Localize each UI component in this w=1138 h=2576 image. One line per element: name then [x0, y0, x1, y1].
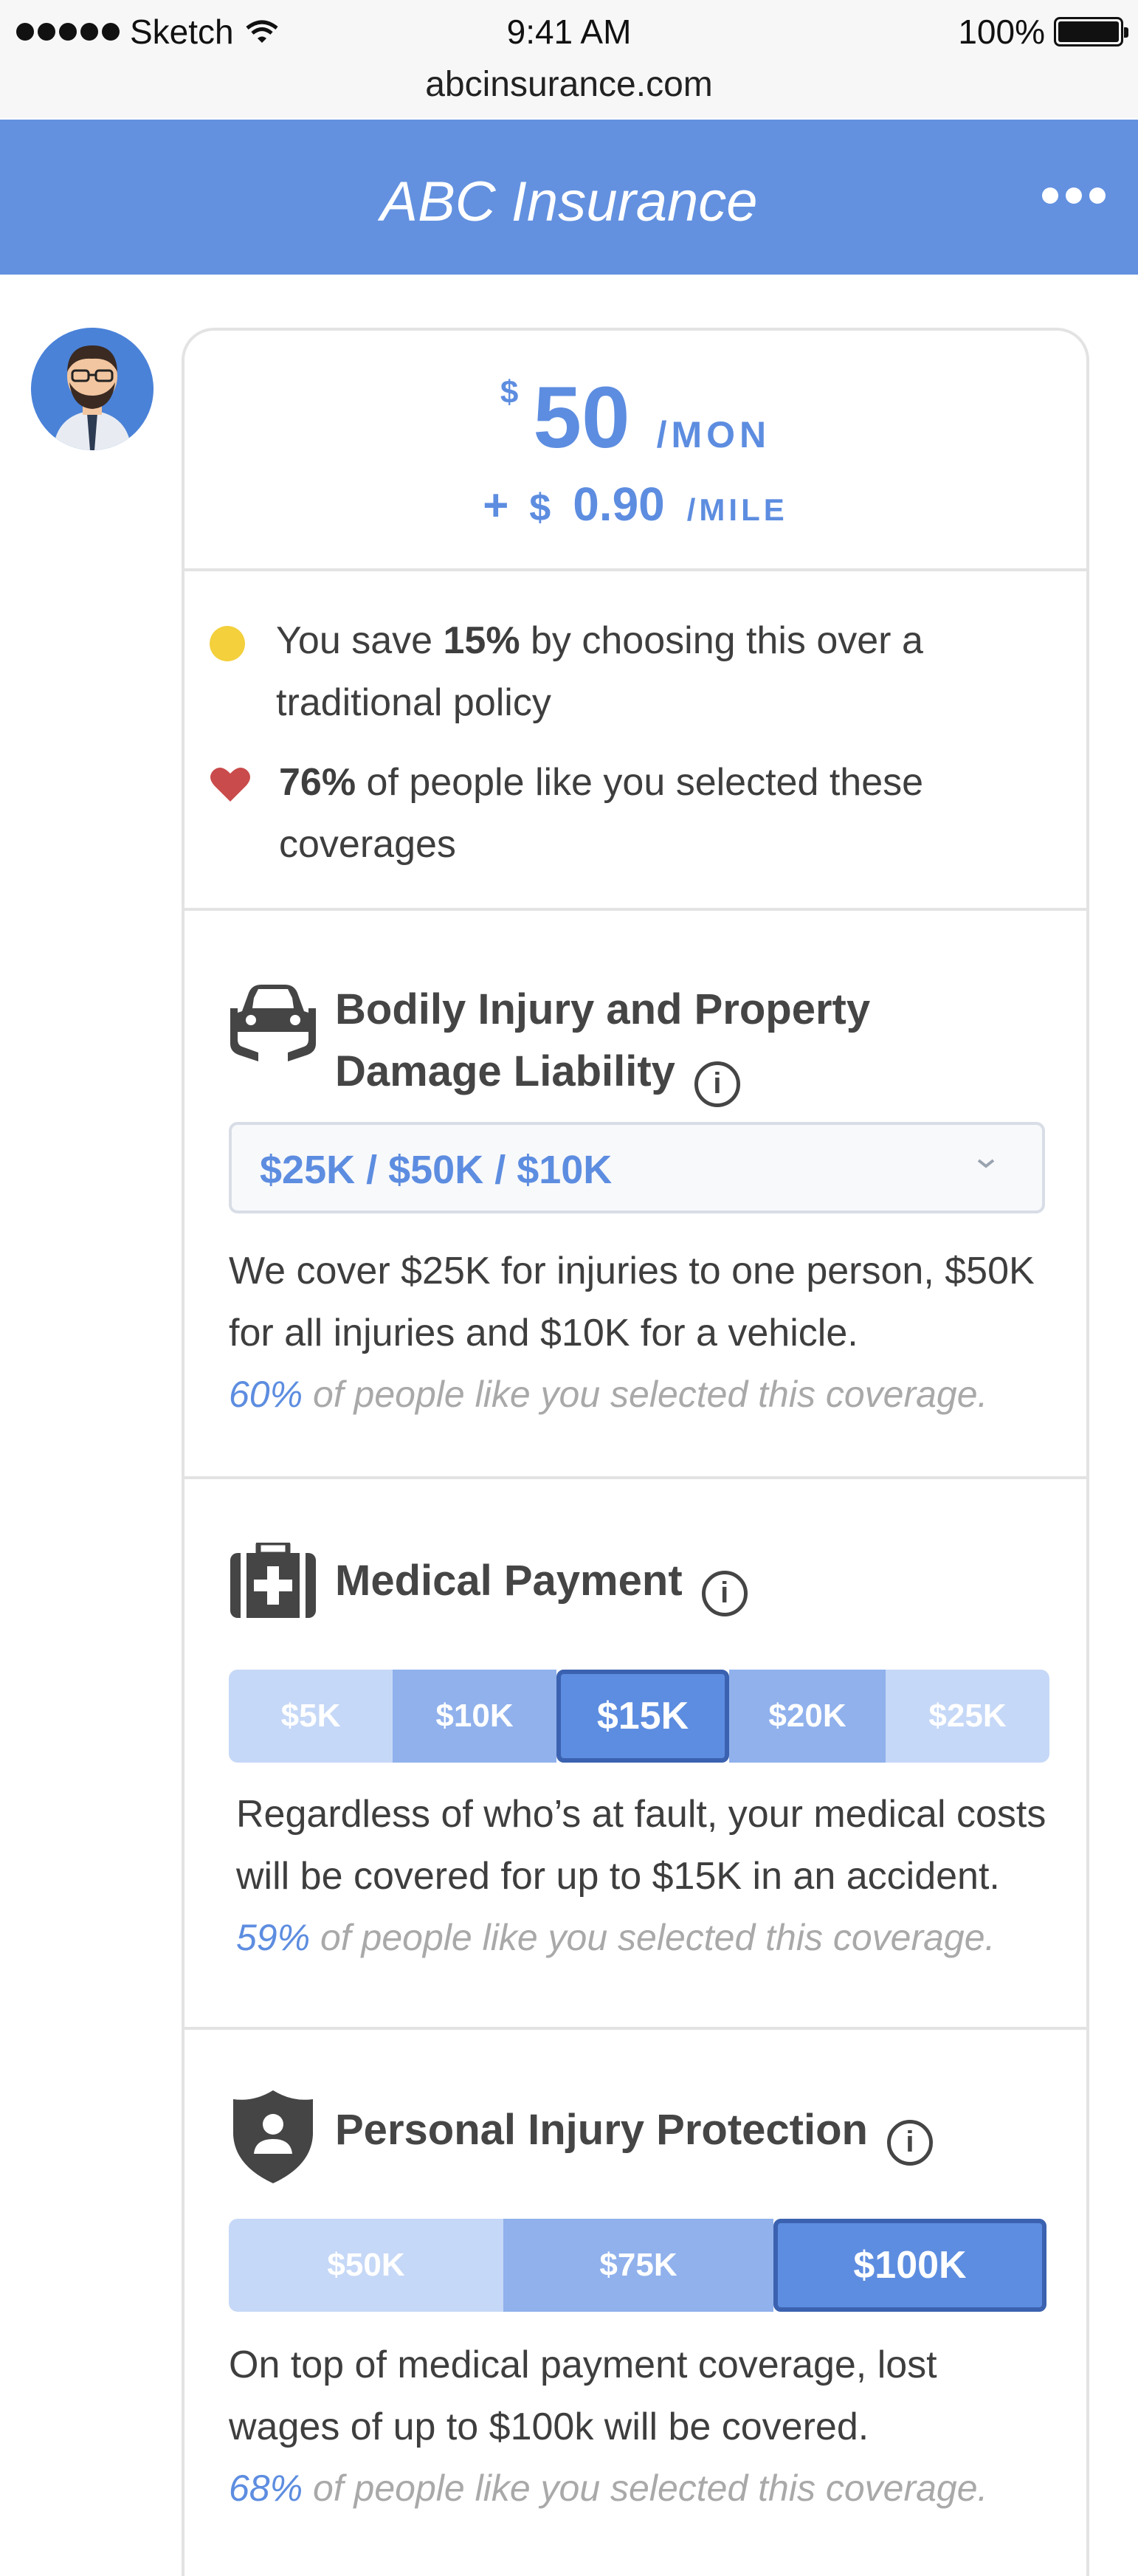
coverage-description: On top of medical payment coverage, lost…	[229, 2343, 937, 2448]
option-10k[interactable]: $10K	[393, 1670, 556, 1763]
price-section: $50/MON + $0.90/MILE	[185, 331, 1086, 571]
shield-person-icon	[233, 2090, 313, 2183]
info-icon[interactable]: i	[701, 1571, 748, 1616]
url-text: abcinsurance.com	[425, 65, 713, 104]
mile-currency: $	[529, 486, 551, 529]
coverage-medical-payment: Medical Payment i $5K $10K $15K $20K $25K…	[185, 1479, 1086, 2030]
coverage-popularity-pct: 68%	[229, 2467, 303, 2509]
battery-percent: 100%	[958, 13, 1045, 51]
app-header: ABC Insurance	[0, 120, 1138, 275]
mile-unit: /MILE	[686, 492, 788, 527]
option-20k[interactable]: $20K	[729, 1670, 886, 1763]
coverage-popularity-text: of people like you selected this coverag…	[303, 1374, 988, 1415]
savings-text: You save 15% by choosing this over a tra…	[276, 610, 1066, 734]
coin-icon	[210, 626, 245, 661]
coverage-liability: Bodily Injury and Property Damage Liabil…	[185, 911, 1086, 1479]
coverage-popularity-text: of people like you selected this coverag…	[303, 2467, 988, 2509]
popularity-post: of people like you selected these covera…	[279, 761, 924, 866]
savings-row: You save 15% by choosing this over a tra…	[210, 610, 1066, 734]
coverage-popularity: 60% of people like you selected this cov…	[229, 1373, 1055, 1416]
option-25k[interactable]: $25K	[886, 1670, 1049, 1763]
popularity-pct: 76%	[279, 761, 356, 804]
battery-icon	[1054, 17, 1128, 47]
price-currency: $	[500, 374, 519, 410]
liability-select[interactable]: $25K / $50K / $10K	[229, 1122, 1045, 1213]
heart-icon	[210, 767, 250, 802]
coverage-popularity-pct: 60%	[229, 1374, 303, 1415]
coverage-title-text: Personal Injury Protection	[335, 2106, 868, 2154]
coverage-personal-injury: Personal Injury Protection i $50K $75K $1…	[185, 2030, 1086, 2576]
coverage-title-text: Bodily Injury and Property Damage Liabil…	[335, 985, 871, 1095]
per-mile-price: + $0.90/MILE	[185, 477, 1086, 531]
status-bar: Sketch 9:41 AM 100%	[0, 0, 1138, 65]
coverage-popularity-text: of people like you selected this coverag…	[310, 1917, 996, 1958]
chevron-down-icon	[977, 1159, 995, 1168]
avatar-illustration	[31, 328, 154, 450]
option-75k[interactable]: $75K	[503, 2219, 773, 2312]
status-right: 100%	[958, 12, 1128, 52]
medical-payment-options: $5K $10K $15K $20K $25K	[229, 1670, 1049, 1763]
option-50k[interactable]: $50K	[229, 2219, 503, 2312]
savings-section: You save 15% by choosing this over a tra…	[185, 571, 1086, 911]
coverage-title: Medical Payment i	[335, 1550, 748, 1616]
coverage-title-text: Medical Payment	[335, 1557, 683, 1605]
option-15k[interactable]: $15K	[556, 1670, 729, 1763]
option-100k[interactable]: $100K	[773, 2219, 1046, 2312]
coverage-title: Bodily Injury and Property Damage Liabil…	[335, 979, 999, 1107]
avatar	[31, 328, 154, 450]
coverage-description: Regardless of who’s at fault, your medic…	[236, 1793, 1046, 1898]
coverage-popularity-pct: 59%	[236, 1917, 311, 1958]
personal-injury-options: $50K $75K $100K	[229, 2219, 1046, 2312]
coverage-popularity: 59% of people like you selected this cov…	[236, 1916, 1063, 1959]
popularity-row: 76% of people like you selected these co…	[210, 751, 1066, 875]
more-icon[interactable]	[1042, 187, 1106, 204]
car-hands-icon	[230, 985, 316, 1061]
coverage-popularity: 68% of people like you selected this cov…	[229, 2467, 1055, 2510]
monthly-price: $50/MON	[185, 368, 1086, 468]
medkit-icon	[230, 1543, 316, 1618]
plus-sign: +	[483, 481, 509, 530]
url-bar[interactable]: abcinsurance.com	[0, 59, 1138, 118]
coverage-header: Bodily Injury and Property Damage Liabil…	[226, 979, 999, 1107]
liability-select-value: $25K / $50K / $10K	[260, 1148, 613, 1192]
savings-pct: 15%	[443, 619, 520, 662]
quote-card: $50/MON + $0.90/MILE You save 15% by choo…	[182, 328, 1089, 2576]
coverage-header: Personal Injury Protection i	[226, 2089, 933, 2185]
info-icon[interactable]: i	[886, 2120, 933, 2166]
app-title: ABC Insurance	[380, 171, 758, 233]
popularity-text: 76% of people like you selected these co…	[279, 751, 1066, 875]
info-icon[interactable]: i	[694, 1061, 740, 1107]
savings-pre: You save	[276, 619, 444, 662]
coverage-header: Medical Payment i	[226, 1543, 748, 1619]
price-amount: 50	[533, 369, 630, 466]
option-5k[interactable]: $5K	[229, 1670, 393, 1763]
coverage-title: Personal Injury Protection i	[335, 2099, 933, 2166]
price-unit: /MON	[656, 414, 771, 455]
coverage-description: We cover $25K for injuries to one person…	[229, 1250, 1035, 1354]
mile-amount: 0.90	[573, 478, 665, 531]
